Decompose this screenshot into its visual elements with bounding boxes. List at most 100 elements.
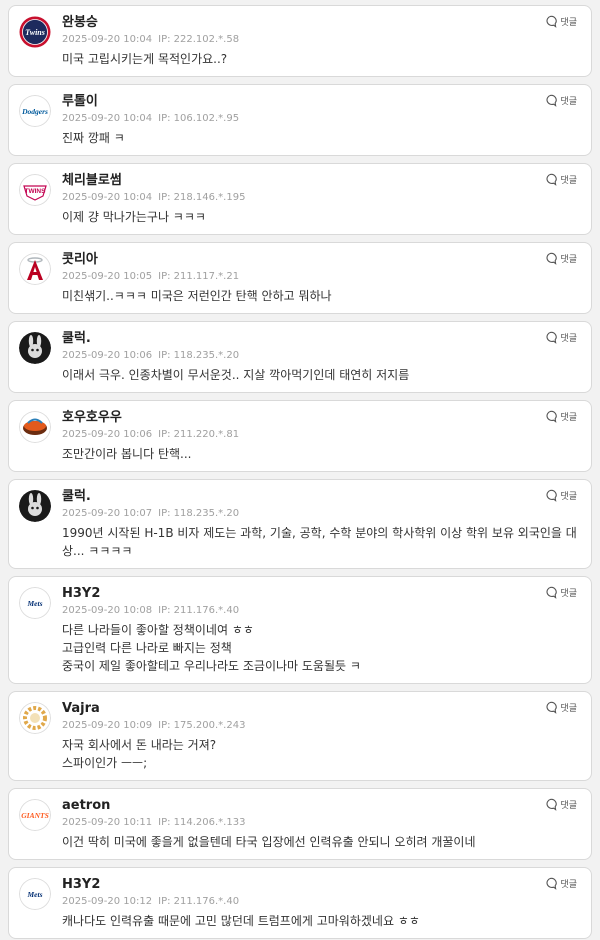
comment-timestamp: 2025-09-20 10:11	[62, 817, 153, 828]
comment-list: Twins 완봉승 2025-09-20 10:04 IP: 222.102.*.58…	[0, 0, 600, 939]
reply-button[interactable]: 댓글	[544, 173, 577, 186]
reply-label: 댓글	[560, 880, 577, 890]
svg-text:Dodgers: Dodgers	[21, 107, 48, 116]
reply-label: 댓글	[560, 97, 577, 107]
comment-card: 쿨럭. 2025-09-20 10:07 IP: 118.235.*.20 1990년…	[8, 479, 592, 569]
comment-ip: IP: 175.200.*.243	[158, 720, 246, 731]
comment-timestamp: 2025-09-20 10:04	[62, 192, 153, 203]
svg-text:GIANTS: GIANTS	[21, 811, 49, 820]
comment-username[interactable]: H3Y2	[62, 585, 579, 602]
reply-button[interactable]: 댓글	[544, 94, 577, 107]
comment-username[interactable]: 체리블로썸	[62, 172, 579, 189]
comment-text: 미친샊기..ㅋㅋㅋ 미국은 저런인간 탄핵 안하고 뭐하나	[62, 289, 332, 303]
reply-button[interactable]: 댓글	[544, 252, 577, 265]
user-avatar[interactable]: Twins	[19, 16, 51, 48]
reply-label: 댓글	[560, 255, 577, 265]
comment-meta: 2025-09-20 10:05 IP: 211.117.*.21	[62, 270, 579, 284]
comment-username[interactable]: Vajra	[62, 700, 579, 717]
comment-card: Dodgers 루톨이 2025-09-20 10:04 IP: 106.102.*.…	[8, 84, 592, 156]
reply-label: 댓글	[560, 801, 577, 811]
comment-ip: IP: 106.102.*.95	[158, 113, 240, 124]
user-avatar[interactable]: Mets	[19, 587, 51, 619]
comment-meta: 2025-09-20 10:07 IP: 118.235.*.20	[62, 507, 579, 521]
comment-text: 조만간이라 봅니다 탄핵...	[62, 447, 192, 461]
svg-text:TWINS: TWINS	[25, 188, 47, 195]
reply-button[interactable]: 댓글	[544, 701, 577, 714]
comment-meta: 2025-09-20 10:06 IP: 118.235.*.20	[62, 349, 579, 363]
comment-timestamp: 2025-09-20 10:06	[62, 350, 153, 361]
comment-username[interactable]: 완봉승	[62, 14, 579, 31]
comment-text: 진짜 깡패 ㅋ	[62, 131, 125, 145]
comment-ip: IP: 118.235.*.20	[158, 350, 240, 361]
speech-bubble-icon	[544, 489, 558, 502]
reply-button[interactable]: 댓글	[544, 798, 577, 811]
comment-meta: 2025-09-20 10:12 IP: 211.176.*.40	[62, 895, 579, 909]
reply-button[interactable]: 댓글	[544, 410, 577, 423]
speech-bubble-icon	[544, 15, 558, 28]
comment-text: 이래서 극우. 인종차별이 무서운것.. 지살 깍아먹기인데 태연히 저지름	[62, 368, 410, 382]
comment-timestamp: 2025-09-20 10:09	[62, 720, 153, 731]
reply-button[interactable]: 댓글	[544, 15, 577, 28]
comment-meta: 2025-09-20 10:11 IP: 114.206.*.133	[62, 816, 579, 830]
comment-card: Mets H3Y2 2025-09-20 10:08 IP: 211.176.*.40…	[8, 576, 592, 684]
user-avatar[interactable]: TWINS	[19, 174, 51, 206]
user-avatar[interactable]	[19, 332, 51, 364]
comment-card: 쿨럭. 2025-09-20 10:06 IP: 118.235.*.20 이래서 극…	[8, 321, 592, 393]
reply-label: 댓글	[560, 413, 577, 423]
user-avatar[interactable]	[19, 253, 51, 285]
comment-text: 캐나다도 인력유출 때문에 고민 많던데 트럼프에게 고마워하겠네요 ㅎㅎ	[62, 914, 420, 928]
speech-bubble-icon	[544, 252, 558, 265]
reply-button[interactable]: 댓글	[544, 586, 577, 599]
speech-bubble-icon	[544, 94, 558, 107]
comment-ip: IP: 218.146.*.195	[158, 192, 246, 203]
comment-timestamp: 2025-09-20 10:04	[62, 34, 153, 45]
comment-ip: IP: 211.220.*.81	[158, 429, 240, 440]
comment-username[interactable]: 쿨럭.	[62, 488, 579, 505]
comment-ip: IP: 211.176.*.40	[158, 605, 240, 616]
comment-username[interactable]: aetron	[62, 797, 579, 814]
reply-label: 댓글	[560, 492, 577, 502]
comment-text: 다른 나라들이 좋아할 정책이네여 ㅎㅎ 고급인력 다른 나라로 빠지는 정책 …	[62, 623, 361, 673]
reply-button[interactable]: 댓글	[544, 489, 577, 502]
comment-username[interactable]: 루톨이	[62, 93, 579, 110]
reply-label: 댓글	[560, 334, 577, 344]
comment-card: Vajra 2025-09-20 10:09 IP: 175.200.*.243 자국…	[8, 691, 592, 781]
comment-ip: IP: 222.102.*.58	[158, 34, 240, 45]
speech-bubble-icon	[544, 586, 558, 599]
speech-bubble-icon	[544, 410, 558, 423]
svg-text:Twins: Twins	[25, 28, 45, 37]
reply-label: 댓글	[560, 704, 577, 714]
comment-meta: 2025-09-20 10:04 IP: 218.146.*.195	[62, 191, 579, 205]
comment-timestamp: 2025-09-20 10:07	[62, 508, 153, 519]
reply-label: 댓글	[560, 589, 577, 599]
user-avatar[interactable]: Dodgers	[19, 95, 51, 127]
user-avatar[interactable]	[19, 702, 51, 734]
user-avatar[interactable]: Mets	[19, 878, 51, 910]
comment-meta: 2025-09-20 10:04 IP: 222.102.*.58	[62, 33, 579, 47]
reply-button[interactable]: 댓글	[544, 331, 577, 344]
user-avatar[interactable]: GIANTS	[19, 799, 51, 831]
speech-bubble-icon	[544, 701, 558, 714]
comment-username[interactable]: 쿨럭.	[62, 330, 579, 347]
speech-bubble-icon	[544, 173, 558, 186]
comment-ip: IP: 211.117.*.21	[158, 271, 240, 282]
user-avatar[interactable]	[19, 411, 51, 443]
comment-timestamp: 2025-09-20 10:12	[62, 896, 153, 907]
reply-button[interactable]: 댓글	[544, 877, 577, 890]
comment-username[interactable]: 호우호우우	[62, 409, 579, 426]
comment-meta: 2025-09-20 10:08 IP: 211.176.*.40	[62, 604, 579, 618]
speech-bubble-icon	[544, 798, 558, 811]
comment-timestamp: 2025-09-20 10:05	[62, 271, 153, 282]
comment-text: 이제 걍 막나가는구나 ㅋㅋㅋ	[62, 210, 206, 224]
comment-username[interactable]: 콧리아	[62, 251, 579, 268]
comment-card: Twins 완봉승 2025-09-20 10:04 IP: 222.102.*.58…	[8, 5, 592, 77]
comment-card: 콧리아 2025-09-20 10:05 IP: 211.117.*.21 미친샊기.…	[8, 242, 592, 314]
speech-bubble-icon	[544, 877, 558, 890]
reply-label: 댓글	[560, 176, 577, 186]
comment-username[interactable]: H3Y2	[62, 876, 579, 893]
comment-ip: IP: 211.176.*.40	[158, 896, 240, 907]
svg-text:Mets: Mets	[27, 599, 43, 608]
user-avatar[interactable]	[19, 490, 51, 522]
comment-card: GIANTS aetron 2025-09-20 10:11 IP: 114.206.…	[8, 788, 592, 860]
comment-card: 호우호우우 2025-09-20 10:06 IP: 211.220.*.81 조만간…	[8, 400, 592, 472]
